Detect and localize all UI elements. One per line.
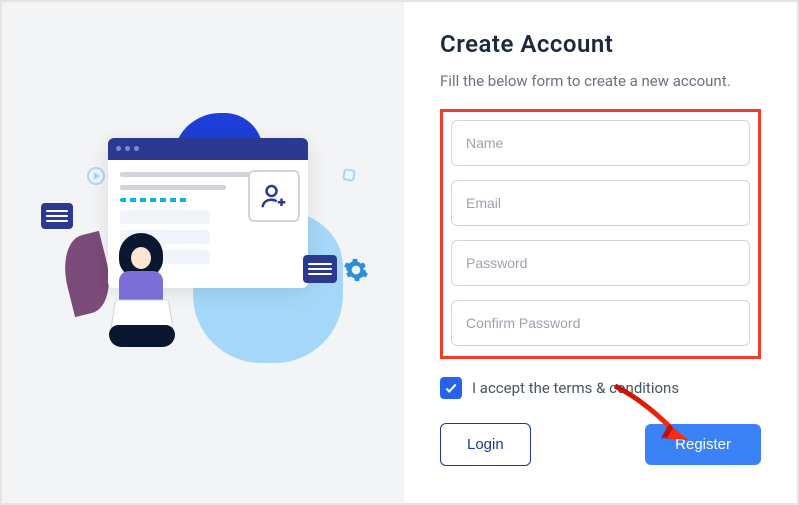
terms-row: I accept the terms & conditions xyxy=(440,377,761,399)
page-subtitle: Fill the below form to create a new acco… xyxy=(440,70,761,93)
illustration-panel xyxy=(2,2,404,503)
terms-checkbox[interactable] xyxy=(440,377,462,399)
chat-icon xyxy=(303,255,337,283)
gear-icon xyxy=(343,257,369,283)
register-button[interactable]: Register xyxy=(645,424,761,465)
create-account-form-panel: Create Account Fill the below form to cr… xyxy=(404,2,797,503)
chat-icon xyxy=(41,203,73,229)
person-illustration xyxy=(101,233,191,353)
email-input[interactable] xyxy=(451,180,750,226)
confirm-password-input[interactable] xyxy=(451,300,750,346)
terms-label: I accept the terms & conditions xyxy=(472,379,679,397)
page-title: Create Account xyxy=(440,30,761,58)
add-user-icon xyxy=(248,170,300,222)
password-input[interactable] xyxy=(451,240,750,286)
square-shape xyxy=(342,168,356,182)
name-input[interactable] xyxy=(451,120,750,166)
browser-titlebar-graphic xyxy=(108,138,308,160)
form-highlight-box xyxy=(440,109,761,359)
app-window: Create Account Fill the below form to cr… xyxy=(0,0,799,505)
button-row: Login Register xyxy=(440,423,761,466)
signup-illustration xyxy=(23,103,383,403)
login-button[interactable]: Login xyxy=(440,423,531,466)
play-icon xyxy=(87,167,105,185)
check-icon xyxy=(444,381,458,395)
